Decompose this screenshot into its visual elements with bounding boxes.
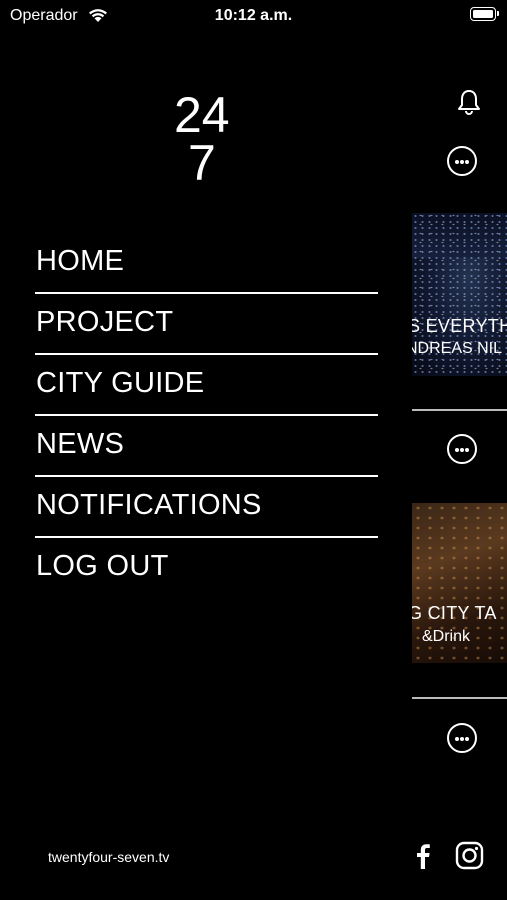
instagram-icon[interactable] <box>455 841 484 870</box>
menu-item-label: LOG OUT <box>36 550 169 582</box>
menu-item-notifications[interactable]: NOTIFICATIONS <box>35 477 378 538</box>
menu-item-label: PROJECT <box>36 306 174 338</box>
status-bar: Operador 10:12 a.m. <box>0 0 507 34</box>
feed-card-subtitle: NDREAS NIL <box>412 340 503 357</box>
feed-card-title: G CITY TA <box>412 603 497 623</box>
clock: 10:12 a.m. <box>214 7 293 24</box>
facebook-icon[interactable] <box>414 842 432 870</box>
bell-icon[interactable] <box>456 88 482 116</box>
menu-item-project[interactable]: PROJECT <box>35 294 378 355</box>
feed-card-title: S EVERYTH <box>412 316 507 336</box>
menu-item-city-guide[interactable]: CITY GUIDE <box>35 355 378 416</box>
feed-divider <box>412 697 507 699</box>
menu-item-news[interactable]: NEWS <box>35 416 378 477</box>
menu-item-label: NEWS <box>36 428 125 460</box>
more-icon[interactable] <box>447 723 477 753</box>
side-menu: HOME PROJECT CITY GUIDE NEWS NOTIFICATIO… <box>35 233 378 599</box>
more-icon[interactable] <box>447 146 477 176</box>
battery-icon <box>470 7 499 21</box>
more-icon[interactable] <box>447 434 477 464</box>
feed-divider <box>412 409 507 411</box>
menu-item-home[interactable]: HOME <box>35 233 378 294</box>
website-link[interactable]: twentyfour-seven.tv <box>48 849 169 865</box>
brand-logo: 24 7 <box>174 87 230 184</box>
menu-item-label: CITY GUIDE <box>36 367 205 399</box>
logo-text-bottom: 7 <box>188 135 216 184</box>
menu-item-log-out[interactable]: LOG OUT <box>35 538 378 599</box>
feed-card-subtitle: &Drink <box>422 628 471 645</box>
menu-item-label: HOME <box>36 245 125 277</box>
feed-card-image[interactable]: G CITY TA &Drink <box>412 503 507 663</box>
feed-card-image[interactable]: S EVERYTH NDREAS NIL <box>412 213 507 376</box>
menu-item-label: NOTIFICATIONS <box>36 489 262 521</box>
